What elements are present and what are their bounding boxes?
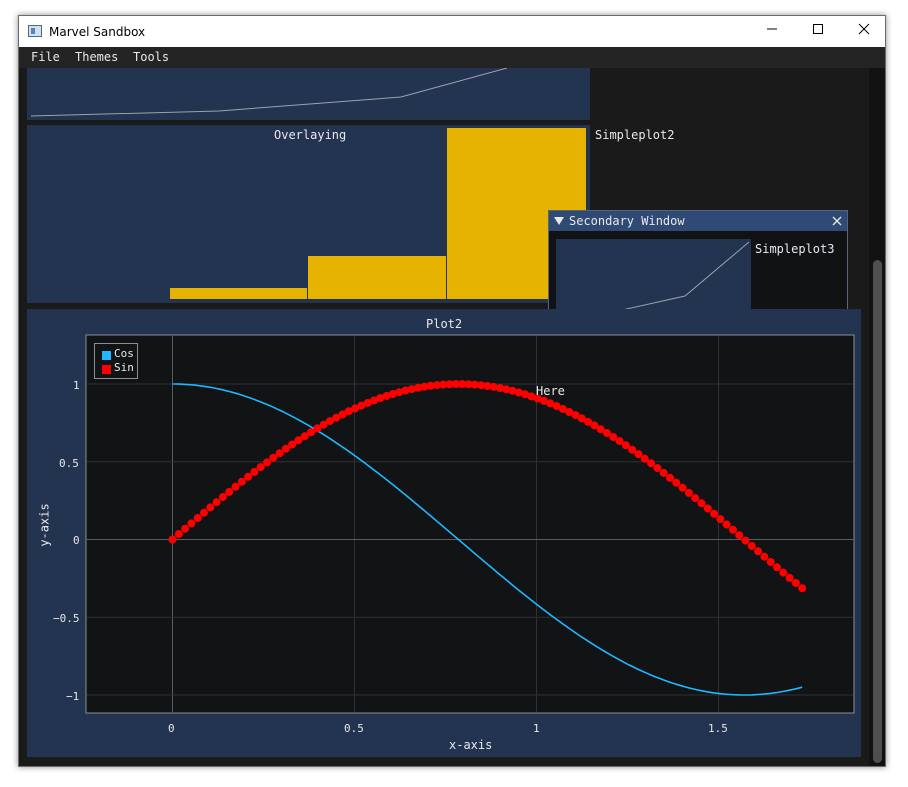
legend-label-cos: Cos [114,347,134,360]
annotation-here: Here [536,384,565,398]
sin-point [798,584,807,593]
sin-point [710,509,719,518]
sin-point [703,504,712,513]
overlay-plot-label: Simpleplot2 [595,128,675,142]
y-tick-2: 0 [73,534,80,547]
sin-point [722,520,731,529]
sin-point [747,542,756,550]
main-content: Overlaying Simpleplot2 Secondary Window [19,68,885,766]
bar-1 [170,288,307,299]
sin-point [168,535,177,544]
menu-tools[interactable]: Tools [133,50,169,64]
secondary-window-titlebar[interactable]: Secondary Window [549,211,847,231]
simpleplot3-line [559,241,750,316]
plot2-panel: Plot2 Here 0 0.5 1 1.5 1 0.5 0 −0.5 −1 x… [27,309,861,757]
sin-point [729,525,737,534]
window-title: Marvel Sandbox [49,25,146,39]
sin-point [174,530,183,539]
maximize-icon [813,24,823,34]
bar-2 [308,256,446,299]
sin-point [653,464,662,473]
sin-point [200,508,208,517]
x-tick-3: 1.5 [708,722,728,735]
sin-point [218,493,227,501]
sin-point [647,459,656,468]
collapse-triangle-icon[interactable] [554,216,564,226]
sin-point [716,515,725,524]
sin-point [659,468,668,477]
close-button[interactable] [841,16,887,47]
sin-point [779,568,788,577]
sin-point [697,499,706,508]
close-icon [858,23,870,35]
sin-point [193,514,202,522]
sin-point [678,483,687,492]
simpleplot-panel [27,68,590,120]
y-axis-label: y-axis [37,503,52,547]
simpleplot-line [30,68,508,117]
menu-bar: File Themes Tools [19,47,885,68]
sin-point [212,498,221,507]
simpleplot3-panel [556,239,751,319]
x-axis-label: x-axis [449,738,493,752]
sin-point [231,482,240,491]
sin-point [760,552,769,561]
x-tick-1: 0.5 [344,722,364,735]
sin-point [666,473,674,482]
vertical-scrollbar[interactable] [869,68,885,766]
sin-point [754,547,763,556]
y-tick-4: −1 [66,690,80,703]
sin-point [735,531,744,540]
sin-point [672,478,681,487]
x-tick-0: 0 [168,722,175,735]
legend-swatch-cos [102,351,111,360]
secondary-close-icon[interactable] [832,216,842,226]
sin-point [237,477,246,486]
sin-point [244,472,253,481]
sin-point [766,558,775,566]
sin-point [187,519,196,528]
secondary-window-title: Secondary Window [569,214,685,228]
y-tick-3: −0.5 [53,612,80,625]
minimize-icon [767,28,777,30]
sin-point [206,503,215,512]
maximize-button[interactable] [795,16,841,47]
sin-point [250,467,259,476]
app-window: Marvel Sandbox File Themes Tools Overlay… [18,15,886,767]
y-tick-0: 1 [73,379,80,392]
plot2-chart[interactable] [27,309,861,757]
plot-area [85,334,855,714]
sin-point [181,524,190,533]
x-tick-2: 1 [533,722,540,735]
menu-themes[interactable]: Themes [75,50,118,64]
overlay-plot-title: Overlaying [274,128,347,142]
title-bar: Marvel Sandbox [19,16,885,47]
overlay-plot-panel: Overlaying [27,125,590,303]
sin-point [785,573,794,582]
menu-file[interactable]: File [31,50,60,64]
sin-point [791,579,800,587]
legend-swatch-sin [102,365,111,374]
sin-point [773,563,781,572]
simpleplot3-label: Simpleplot3 [755,242,835,256]
legend: Cos Sin [94,343,138,379]
legend-label-sin: Sin [114,361,134,374]
app-icon [28,25,42,37]
sin-point [684,488,693,497]
scrollbar-thumb[interactable] [873,260,882,763]
sin-point [225,487,234,496]
minimize-button[interactable] [749,16,795,47]
sin-point [741,536,750,545]
y-tick-1: 0.5 [59,457,79,470]
sin-point [691,494,700,503]
